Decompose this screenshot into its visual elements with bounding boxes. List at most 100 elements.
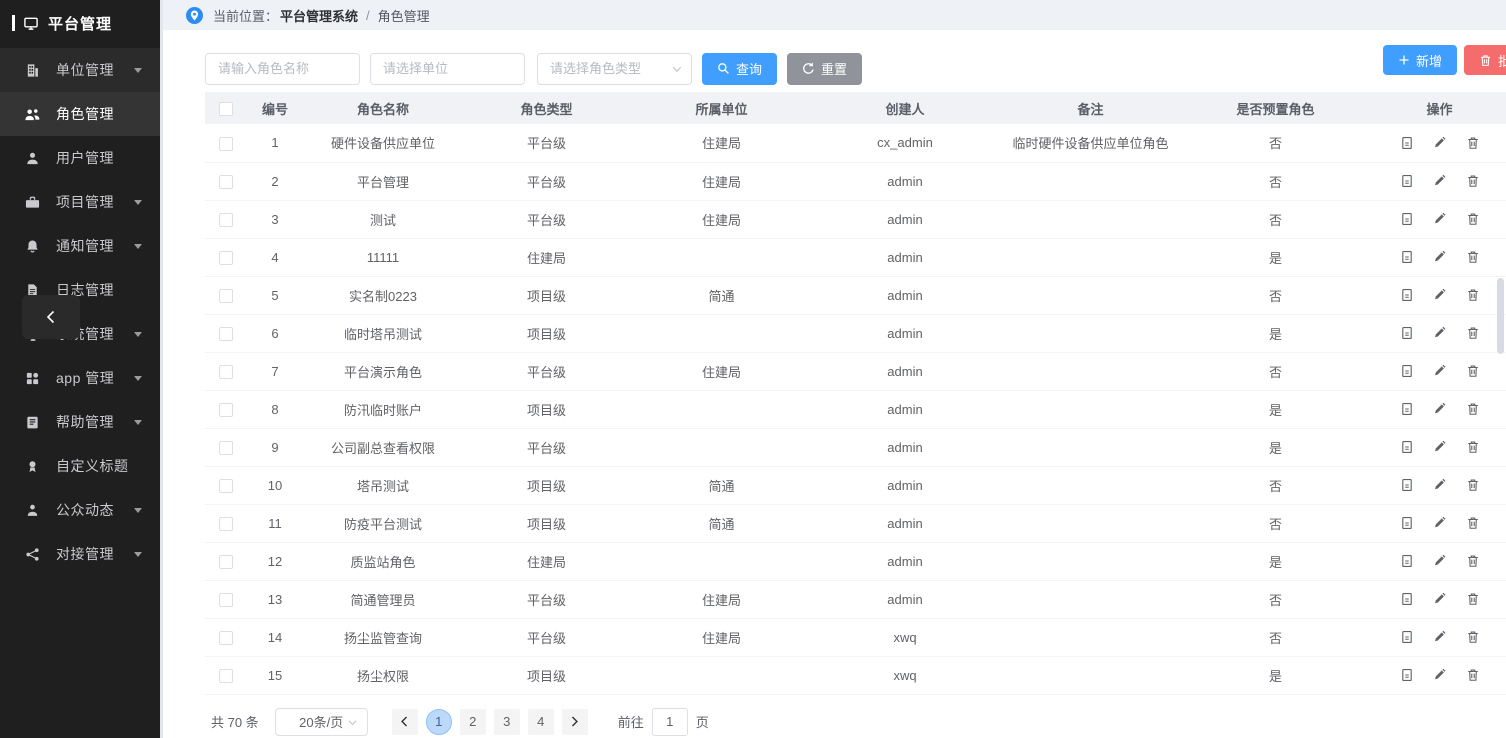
delete-button[interactable]	[1466, 212, 1480, 226]
sidebar-collapse-button[interactable]	[22, 295, 80, 339]
edit-button[interactable]	[1433, 668, 1447, 682]
edit-button[interactable]	[1433, 250, 1447, 264]
row-checkbox[interactable]	[219, 327, 233, 341]
share-icon	[24, 546, 41, 563]
delete-button[interactable]	[1466, 630, 1480, 644]
row-checkbox[interactable]	[219, 555, 233, 569]
cell-preset: 是	[1184, 428, 1367, 466]
detail-button[interactable]	[1400, 516, 1414, 530]
chevron-down-icon	[134, 332, 142, 337]
sidebar-item-10[interactable]: 公众动态	[0, 488, 160, 532]
delete-button[interactable]	[1466, 478, 1480, 492]
delete-button[interactable]	[1466, 516, 1480, 530]
edit-button[interactable]	[1433, 136, 1447, 150]
sidebar-item-11[interactable]: 对接管理	[0, 532, 160, 576]
detail-button[interactable]	[1400, 212, 1414, 226]
detail-button[interactable]	[1400, 402, 1414, 416]
detail-button[interactable]	[1400, 288, 1414, 302]
row-checkbox[interactable]	[219, 479, 233, 493]
row-checkbox[interactable]	[219, 137, 233, 151]
edit-button[interactable]	[1433, 174, 1447, 188]
sidebar-item-2[interactable]: 用户管理	[0, 136, 160, 180]
row-checkbox[interactable]	[219, 175, 233, 189]
row-checkbox[interactable]	[219, 631, 233, 645]
reset-button[interactable]: 重置	[787, 53, 862, 85]
breadcrumb-root[interactable]: 平台管理系统	[280, 6, 358, 25]
edit-button[interactable]	[1433, 440, 1447, 454]
add-button[interactable]: 新增	[1383, 45, 1457, 75]
detail-button[interactable]	[1400, 136, 1414, 150]
edit-button[interactable]	[1433, 326, 1447, 340]
sidebar-item-9[interactable]: 自定义标题	[0, 444, 160, 488]
vertical-scrollbar-thumb[interactable]	[1497, 278, 1504, 354]
document-icon	[1400, 440, 1414, 454]
detail-button[interactable]	[1400, 364, 1414, 378]
row-checkbox[interactable]	[219, 213, 233, 227]
page-size-select[interactable]: 20条/页	[275, 708, 368, 736]
edit-button[interactable]	[1433, 516, 1447, 530]
detail-button[interactable]	[1400, 554, 1414, 568]
next-page-button[interactable]	[562, 709, 588, 735]
edit-button[interactable]	[1433, 212, 1447, 226]
chevron-down-icon	[347, 717, 358, 728]
delete-button[interactable]	[1466, 668, 1480, 682]
row-checkbox[interactable]	[219, 441, 233, 455]
row-checkbox[interactable]	[219, 593, 233, 607]
delete-button[interactable]	[1466, 288, 1480, 302]
batch-delete-button[interactable]: 批量删除	[1464, 45, 1506, 75]
delete-button[interactable]	[1466, 364, 1480, 378]
row-checkbox[interactable]	[219, 289, 233, 303]
edit-button[interactable]	[1433, 630, 1447, 644]
delete-button[interactable]	[1466, 402, 1480, 416]
sidebar-item-3[interactable]: 项目管理	[0, 180, 160, 224]
row-checkbox[interactable]	[219, 517, 233, 531]
delete-button[interactable]	[1466, 326, 1480, 340]
goto-page-input[interactable]	[652, 708, 688, 736]
edit-button[interactable]	[1433, 478, 1447, 492]
edit-button[interactable]	[1433, 402, 1447, 416]
delete-button[interactable]	[1466, 554, 1480, 568]
edit-button[interactable]	[1433, 592, 1447, 606]
page-number-3[interactable]: 3	[494, 709, 520, 735]
sidebar-item-1[interactable]: 角色管理	[0, 92, 160, 136]
delete-button[interactable]	[1466, 250, 1480, 264]
detail-button[interactable]	[1400, 630, 1414, 644]
page-number-4[interactable]: 4	[528, 709, 554, 735]
role-type-select[interactable]	[537, 53, 692, 85]
table-row: 1硬件设备供应单位平台级住建局cx_admin临时硬件设备供应单位角色否	[205, 124, 1506, 162]
row-checkbox[interactable]	[219, 669, 233, 683]
role-type-select-input[interactable]	[537, 53, 692, 85]
detail-button[interactable]	[1400, 592, 1414, 606]
prev-page-button[interactable]	[392, 709, 418, 735]
cell-name: 扬尘监管查询	[303, 618, 463, 656]
delete-button[interactable]	[1466, 136, 1480, 150]
sidebar-item-0[interactable]: 单位管理	[0, 48, 160, 92]
role-name-input[interactable]	[205, 53, 360, 85]
delete-button[interactable]	[1466, 174, 1480, 188]
detail-button[interactable]	[1400, 174, 1414, 188]
delete-button[interactable]	[1466, 592, 1480, 606]
row-checkbox[interactable]	[219, 403, 233, 417]
select-all-checkbox[interactable]	[219, 102, 233, 116]
detail-button[interactable]	[1400, 250, 1414, 264]
row-checkbox[interactable]	[219, 251, 233, 265]
sidebar-item-8[interactable]: 帮助管理	[0, 400, 160, 444]
plus-icon	[1398, 54, 1410, 66]
edit-button[interactable]	[1433, 364, 1447, 378]
page-number-2[interactable]: 2	[460, 709, 486, 735]
sidebar-item-7[interactable]: app 管理	[0, 356, 160, 400]
edit-button[interactable]	[1433, 554, 1447, 568]
detail-button[interactable]	[1400, 326, 1414, 340]
detail-button[interactable]	[1400, 440, 1414, 454]
page-number-1[interactable]: 1	[426, 709, 452, 735]
search-button[interactable]: 查询	[702, 53, 777, 85]
detail-button[interactable]	[1400, 668, 1414, 682]
row-checkbox[interactable]	[219, 365, 233, 379]
edit-button[interactable]	[1433, 288, 1447, 302]
delete-button[interactable]	[1466, 440, 1480, 454]
trash-icon	[1466, 174, 1480, 188]
detail-button[interactable]	[1400, 478, 1414, 492]
chevron-down-icon	[134, 420, 142, 425]
unit-select-input[interactable]	[370, 53, 525, 85]
sidebar-item-4[interactable]: 通知管理	[0, 224, 160, 268]
